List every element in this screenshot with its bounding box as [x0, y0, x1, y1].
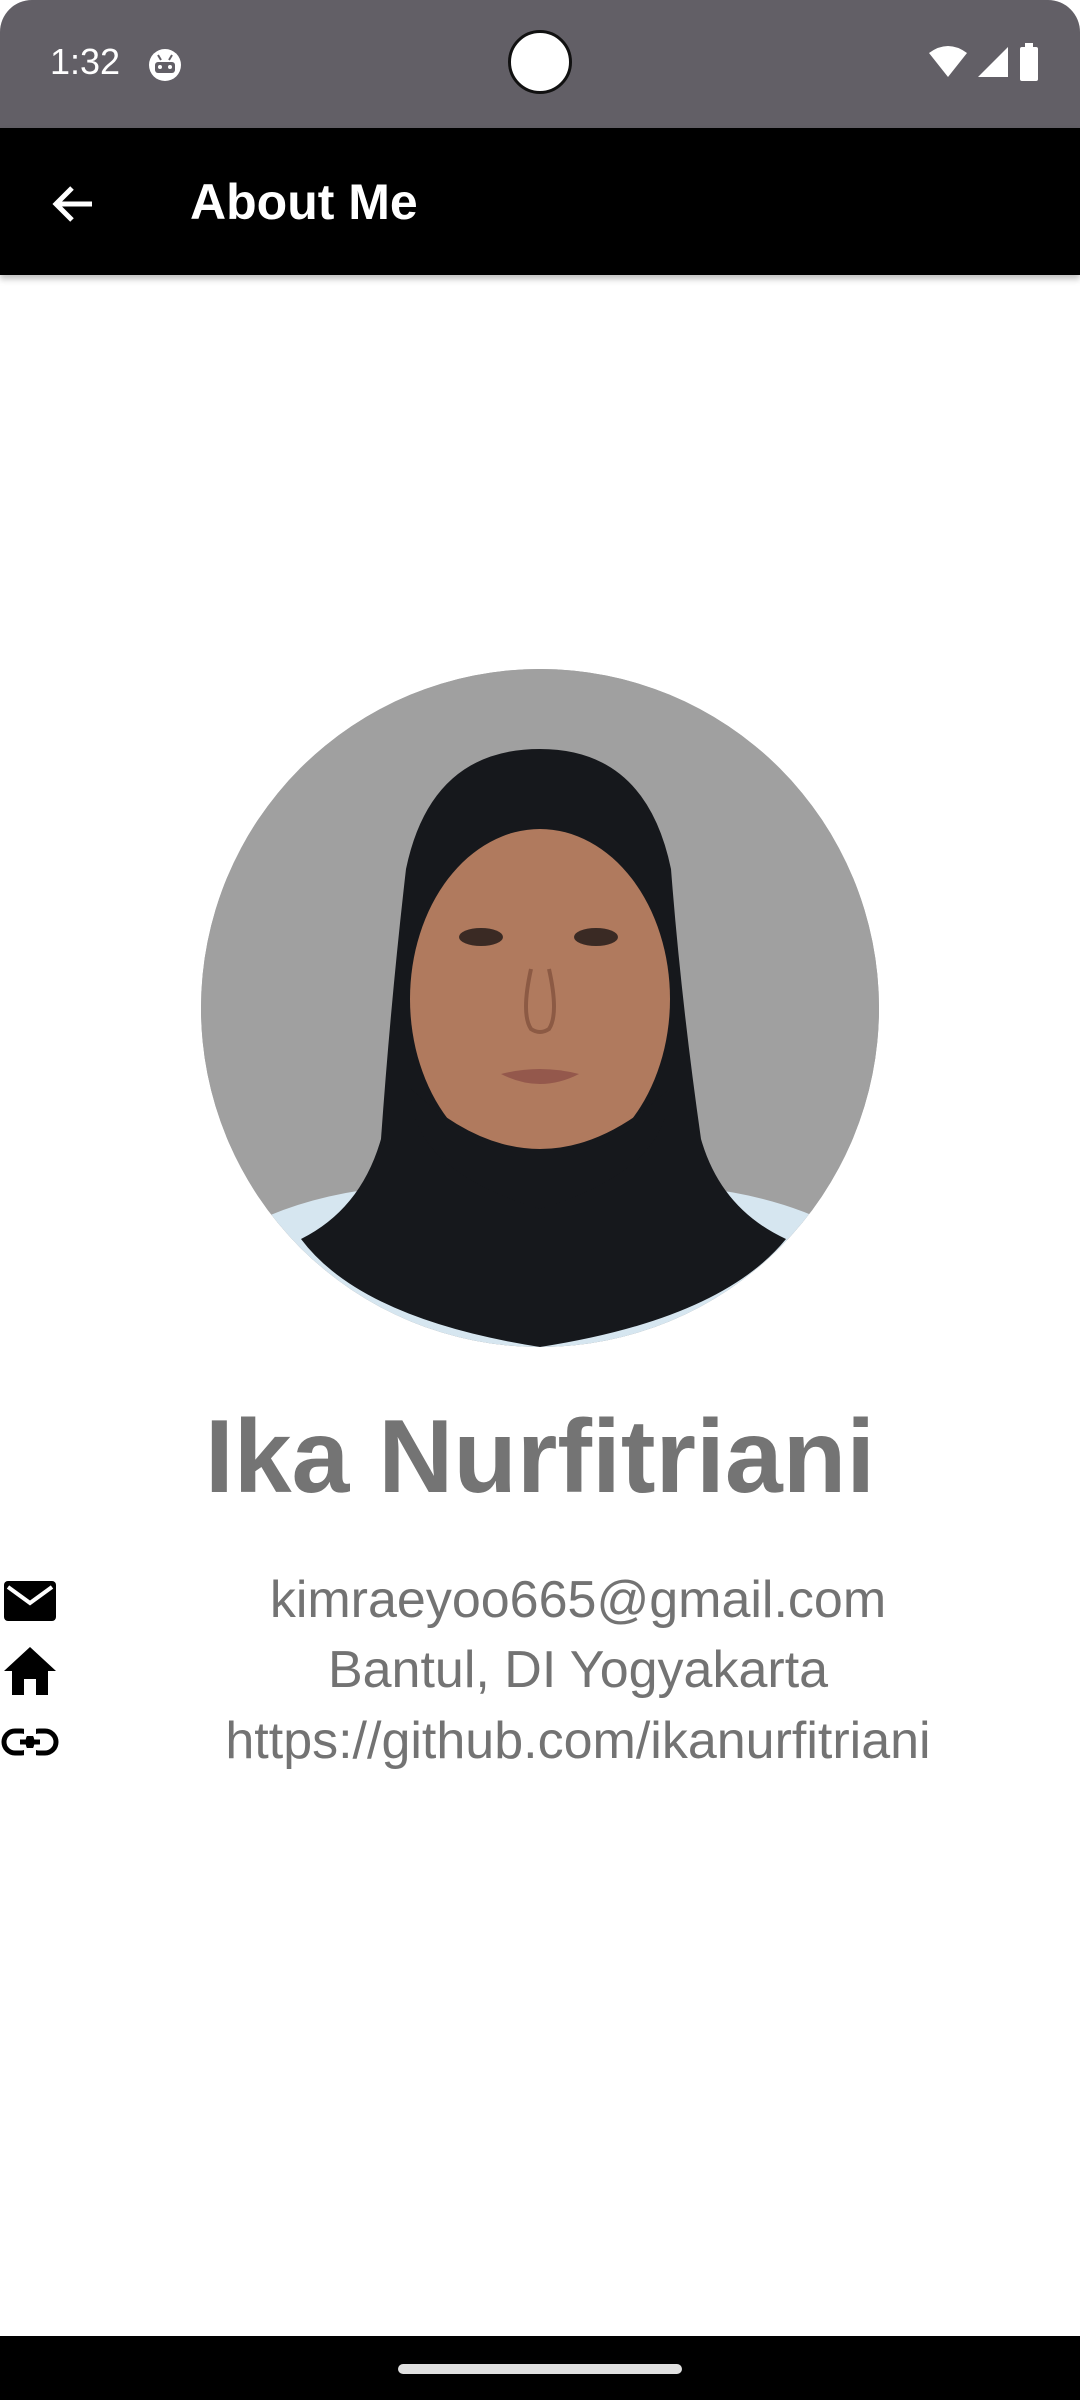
- status-bar: 1:32: [0, 0, 1080, 128]
- about-me-screen: 1:32 About Me Ika Nurfitriani kimraeyoo6…: [0, 0, 1080, 2400]
- address-text: Bantul, DI Yogyakarta: [327, 1641, 829, 1699]
- profile-name: Ika Nurfitriani: [204, 1399, 876, 1515]
- info-row-address: Bantul, DI Yogyakarta: [0, 1635, 1080, 1705]
- app-bar: About Me: [0, 128, 1080, 275]
- navigation-bar: [0, 2336, 1080, 2400]
- profile-photo: [201, 669, 879, 1347]
- arrow-back-icon: [52, 186, 92, 222]
- page-title: About Me: [190, 174, 418, 230]
- info-row-email[interactable]: kimraeyoo665@gmail.com: [0, 1565, 1080, 1635]
- back-button[interactable]: [36, 168, 108, 240]
- status-icons: [928, 42, 1040, 86]
- email-text: kimraeyoo665@gmail.com: [269, 1571, 887, 1629]
- status-time: 1:32: [50, 41, 121, 82]
- home-gesture-handle[interactable]: [398, 2364, 682, 2374]
- wifi-icon: [928, 45, 968, 84]
- signal-icon: [976, 45, 1010, 84]
- camera-cutout: [508, 30, 572, 94]
- info-row-link[interactable]: https://github.com/ikanurfitriani: [0, 1706, 1080, 1776]
- github-link-text[interactable]: https://github.com/ikanurfitriani: [0, 1706, 1080, 1776]
- battery-icon: [1018, 42, 1040, 86]
- android-robot-icon: [148, 48, 182, 82]
